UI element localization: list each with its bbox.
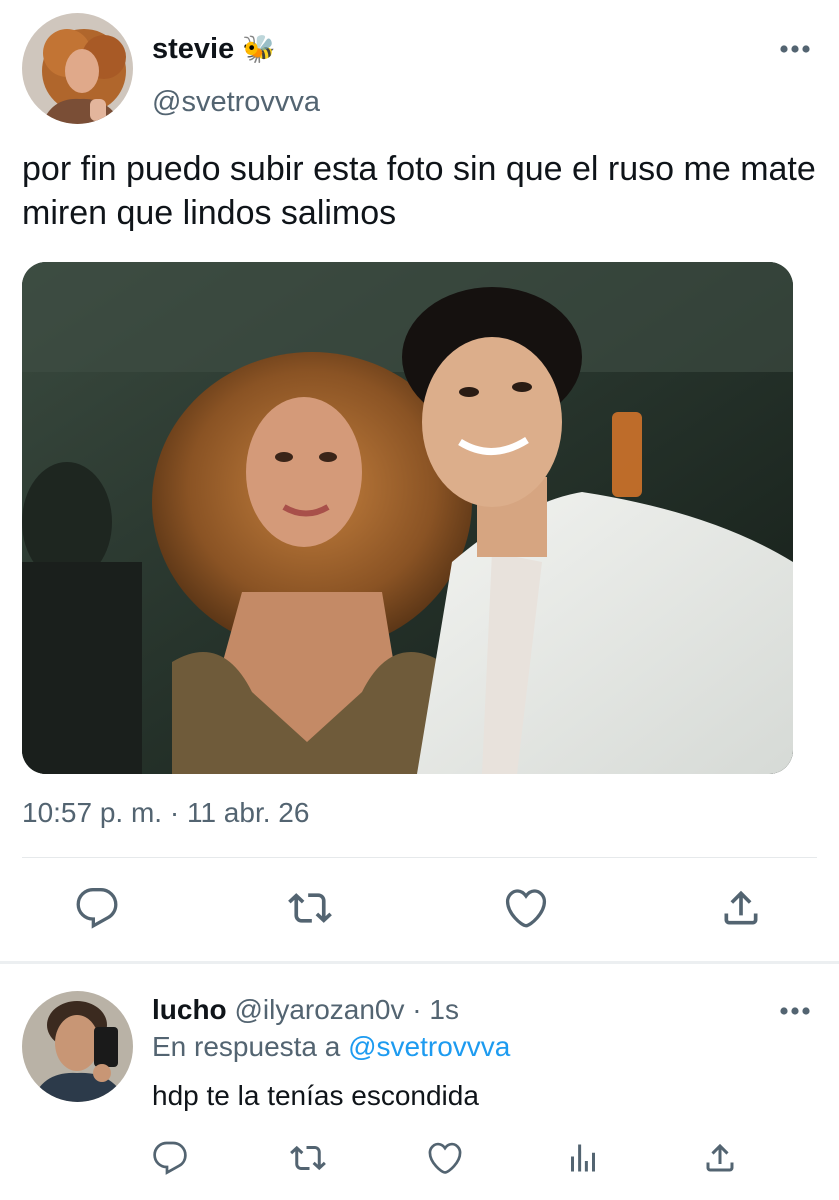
reply-share-icon[interactable] — [702, 1140, 738, 1176]
analytics-icon[interactable] — [565, 1140, 601, 1176]
tweet-timestamp[interactable]: 10:57 p. m. · 11 abr. 26 — [22, 797, 309, 829]
tweet-text: por fin puedo subir esta foto sin que el… — [22, 150, 816, 232]
author-name-text[interactable]: stevie — [152, 33, 234, 65]
reply-author-name[interactable]: lucho — [152, 994, 227, 1025]
bee-emoji: 🐝 — [242, 34, 276, 65]
reply-text: hdp te la tenías escondida — [152, 1080, 479, 1111]
reply-reply-icon[interactable] — [152, 1140, 188, 1176]
share-icon[interactable] — [719, 886, 763, 930]
tweet-photo[interactable] — [22, 262, 793, 774]
more-horizontal-icon[interactable] — [779, 1005, 811, 1017]
more-horizontal-icon[interactable] — [779, 43, 811, 55]
like-icon[interactable] — [504, 886, 548, 930]
replying-to: En respuesta a @svetrovvva — [152, 1031, 510, 1063]
section-divider — [0, 961, 839, 964]
reply-author-line[interactable]: lucho @ilyarozan0v · 1s — [152, 994, 459, 1026]
author-avatar[interactable] — [22, 13, 133, 124]
author-display-name[interactable]: stevie 🐝 — [152, 33, 276, 66]
reply-retweet-icon[interactable] — [290, 1140, 326, 1176]
reply-author-handle[interactable]: @ilyarozan0v — [234, 994, 404, 1025]
author-handle[interactable]: @svetrovvva — [152, 86, 320, 119]
reply-author-avatar[interactable] — [22, 991, 133, 1102]
replying-to-prefix: En respuesta a — [152, 1031, 341, 1062]
reply-time: · 1s — [412, 994, 459, 1025]
reply-like-icon[interactable] — [427, 1140, 463, 1176]
replying-to-mention[interactable]: @svetrovvva — [348, 1031, 510, 1062]
divider — [22, 857, 817, 858]
reply-icon[interactable] — [75, 886, 119, 930]
retweet-icon[interactable] — [288, 886, 332, 930]
